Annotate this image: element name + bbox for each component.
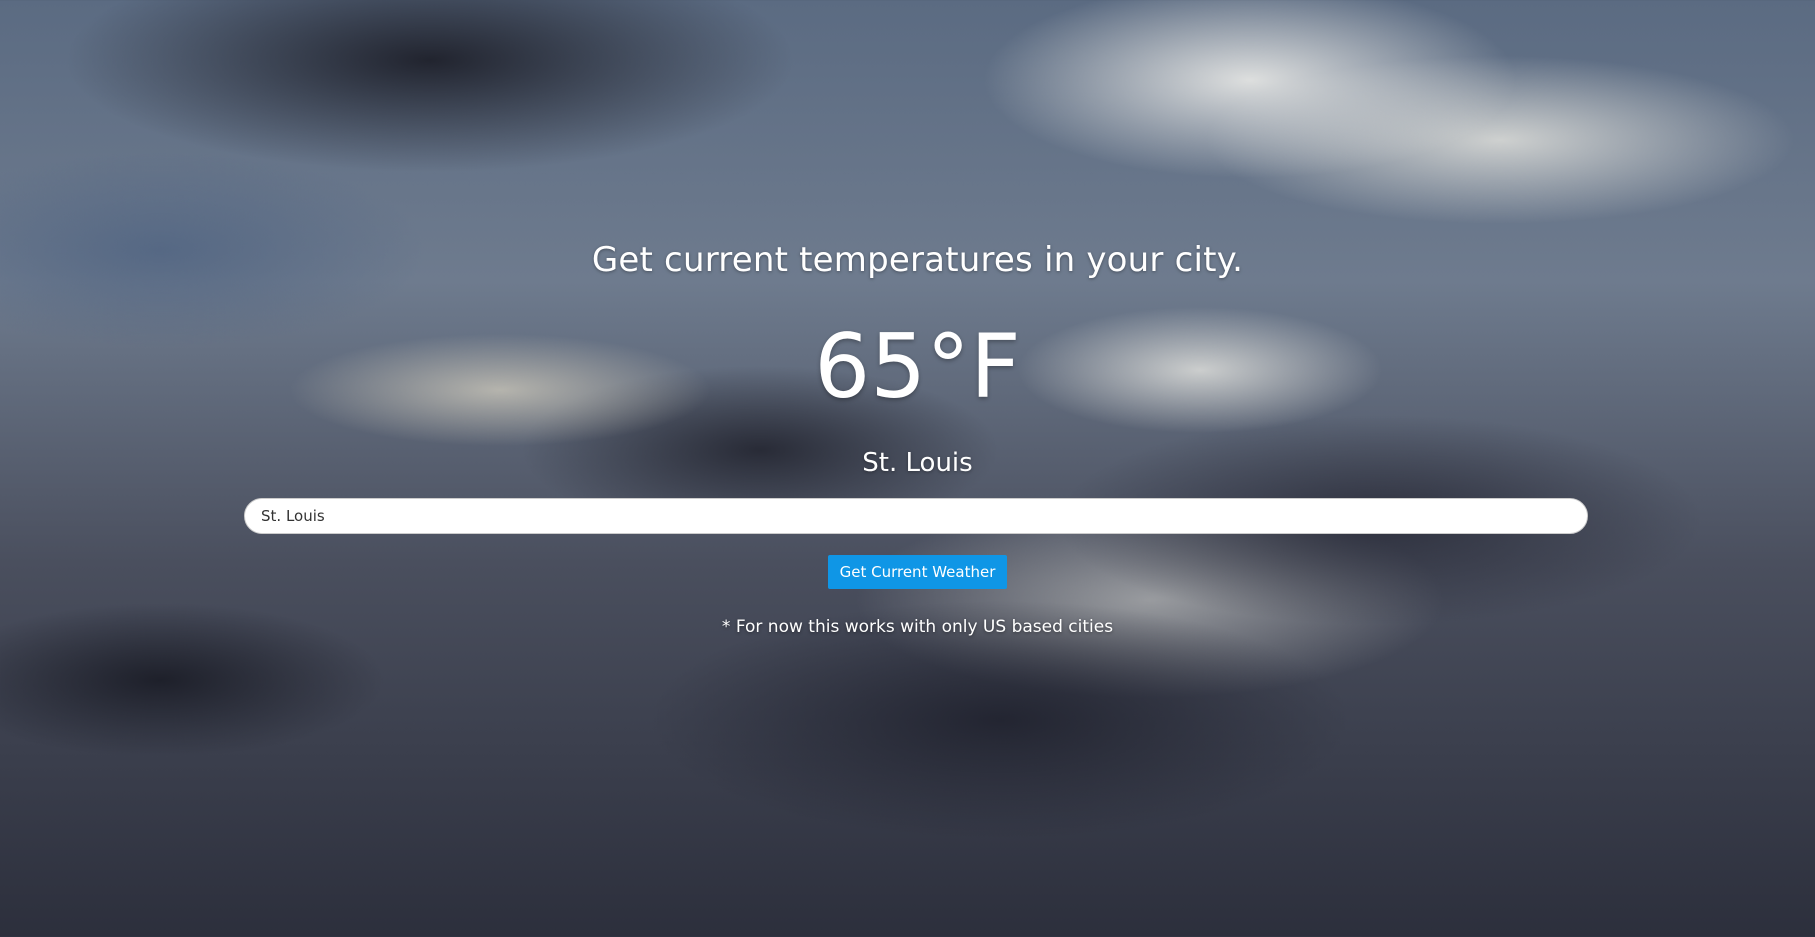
city-search-input[interactable] bbox=[244, 498, 1588, 534]
get-current-weather-button[interactable]: Get Current Weather bbox=[828, 555, 1007, 589]
temperature-display: 65°F bbox=[814, 315, 1021, 418]
us-cities-footnote: * For now this works with only US based … bbox=[721, 617, 1114, 637]
city-name-label: St. Louis bbox=[862, 448, 973, 478]
page-headline: Get current temperatures in your city. bbox=[591, 240, 1244, 280]
weather-app: Get current temperatures in your city. 6… bbox=[0, 0, 1815, 937]
